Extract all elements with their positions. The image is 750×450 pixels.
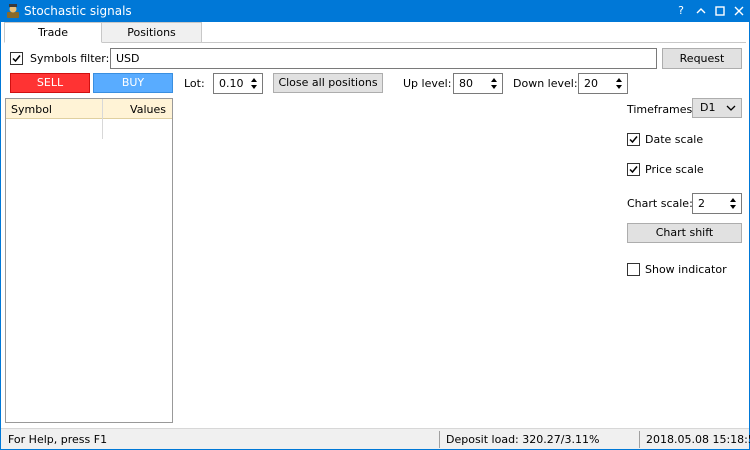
up-level-label: Up level: (403, 77, 452, 90)
stepper-up-icon (730, 198, 736, 202)
lot-stepper[interactable] (248, 74, 262, 93)
column-header-symbol[interactable]: Symbol (11, 103, 52, 116)
sell-button[interactable]: SELL (10, 73, 90, 93)
column-header-values[interactable]: Values (130, 103, 166, 116)
status-separator (639, 431, 640, 448)
timeframes-label: Timeframes: (627, 103, 696, 116)
symbols-filter-checkbox[interactable] (10, 52, 23, 65)
down-level-value: 20 (584, 77, 598, 90)
table-header: Symbol Values (6, 99, 172, 119)
lot-label: Lot: (184, 77, 205, 90)
symbols-table[interactable]: Symbol Values (5, 98, 173, 423)
close-all-positions-button[interactable]: Close all positions (273, 73, 383, 93)
down-level-label: Down level: (513, 77, 578, 90)
up-level-input[interactable]: 80 (453, 73, 503, 94)
status-datetime: 2018.05.08 15:18:57 (646, 433, 750, 446)
status-separator (439, 431, 440, 448)
down-level-input[interactable]: 20 (578, 73, 628, 94)
symbols-filter-label: Symbols filter: (30, 52, 110, 65)
maximize-button[interactable] (710, 1, 730, 21)
checkmark-icon (629, 166, 638, 174)
lot-value: 0.10 (219, 77, 244, 90)
chevron-down-icon (726, 105, 736, 111)
tab-positions[interactable]: Positions (101, 22, 202, 43)
stepper-up-icon (251, 78, 257, 82)
timeframes-value: D1 (700, 101, 716, 114)
minimize-button[interactable] (691, 1, 711, 21)
chevron-up-icon (696, 8, 706, 14)
stepper-down-icon (491, 85, 497, 89)
price-scale-checkbox[interactable] (627, 163, 640, 176)
maximize-icon (715, 6, 725, 16)
chart-scale-input[interactable]: 2 (692, 193, 742, 214)
show-indicator-checkbox[interactable] (627, 263, 640, 276)
tab-trade[interactable]: Trade (4, 22, 102, 43)
help-button[interactable]: ? (671, 1, 691, 21)
stepper-up-icon (491, 78, 497, 82)
app-icon (7, 4, 19, 18)
date-scale-checkbox[interactable] (627, 133, 640, 146)
chart-scale-stepper[interactable] (727, 194, 741, 213)
title-bar: Stochastic signals ? (0, 0, 750, 22)
chart-shift-button[interactable]: Chart shift (627, 223, 742, 243)
close-icon (734, 6, 744, 16)
price-scale-label: Price scale (645, 163, 704, 176)
symbols-filter-input[interactable]: USD (110, 48, 657, 69)
chart-scale-label: Chart scale: (627, 197, 693, 210)
down-level-stepper[interactable] (613, 74, 627, 93)
status-deposit-load: Deposit load: 320.27/3.11% (446, 433, 600, 446)
stepper-down-icon (251, 85, 257, 89)
stepper-up-icon (616, 78, 622, 82)
show-indicator-label: Show indicator (645, 263, 727, 276)
column-separator (102, 99, 103, 139)
status-help-text: For Help, press F1 (8, 433, 108, 446)
stepper-down-icon (616, 85, 622, 89)
status-bar: For Help, press F1 Deposit load: 320.27/… (1, 428, 750, 449)
lot-input[interactable]: 0.10 (213, 73, 263, 94)
request-button[interactable]: Request (662, 48, 742, 69)
stepper-down-icon (730, 205, 736, 209)
chart-scale-value: 2 (698, 197, 705, 210)
date-scale-label: Date scale (645, 133, 704, 146)
up-level-value: 80 (459, 77, 473, 90)
timeframes-select[interactable]: D1 (692, 98, 742, 118)
checkmark-icon (629, 136, 638, 144)
up-level-stepper[interactable] (488, 74, 502, 93)
window-title: Stochastic signals (24, 4, 132, 18)
close-button[interactable] (729, 1, 749, 21)
checkmark-icon (12, 55, 21, 63)
buy-button[interactable]: BUY (93, 73, 173, 93)
